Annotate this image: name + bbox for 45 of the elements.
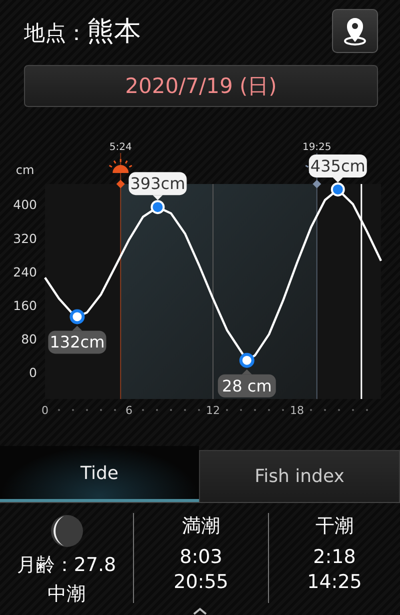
x-tick-label: 12 [206, 404, 220, 417]
tab[interactable]: Fish index [199, 450, 400, 502]
y-tick-label: 160 [13, 298, 37, 313]
y-tick-label: 400 [13, 197, 37, 212]
y-tick-label: 80 [21, 331, 37, 346]
tide-type: 中潮 [48, 582, 86, 607]
location-label: 地点： [24, 20, 87, 47]
x-tick-label: 0 [42, 404, 48, 417]
axis-unit: cm [16, 162, 34, 177]
column-title: 満潮 [182, 514, 220, 539]
height-label: 435cm [308, 154, 367, 182]
date-button[interactable]: 2020/7/19 (日) [24, 65, 378, 107]
sun-icon [108, 158, 132, 173]
tide-time: 8:03 [180, 546, 222, 568]
tide-point [150, 200, 165, 214]
tide-point [330, 182, 345, 196]
moon-age: 月齢：27.8 [16, 552, 116, 578]
tide-time: 20:55 [174, 570, 228, 593]
y-tick-label: 240 [13, 264, 37, 280]
x-tick-label: 6 [126, 404, 132, 417]
location-button[interactable] [332, 9, 378, 53]
x-tick-label: 18 [290, 404, 304, 417]
tide-point [70, 309, 85, 324]
chevron-up-icon[interactable] [193, 606, 207, 615]
tab[interactable]: Tide [0, 446, 199, 502]
height-label: 28 cm [218, 369, 276, 398]
tide-time: 14:25 [307, 570, 362, 593]
marker-icon [116, 180, 125, 188]
y-tick-label: 320 [13, 230, 37, 246]
annotation: 132cm [50, 332, 105, 352]
map-pin-icon [342, 16, 368, 46]
moon-icon [48, 512, 84, 549]
location-name: 熊本 [87, 15, 141, 49]
tide-time: 2:18 [313, 546, 356, 568]
height-label: 393cm [128, 172, 187, 200]
height-label: 132cm [48, 326, 106, 354]
tide-point [239, 352, 254, 368]
marker-icon [312, 180, 322, 188]
sun-time: 5:24 [109, 142, 132, 153]
annotation: 435cm [310, 156, 366, 176]
y-tick-label: 0 [29, 365, 37, 380]
sun-time: 19:25 [302, 142, 332, 153]
column-title: 干潮 [316, 514, 354, 539]
annotation: 28 cm [222, 376, 272, 396]
annotation: 393cm [130, 174, 186, 193]
